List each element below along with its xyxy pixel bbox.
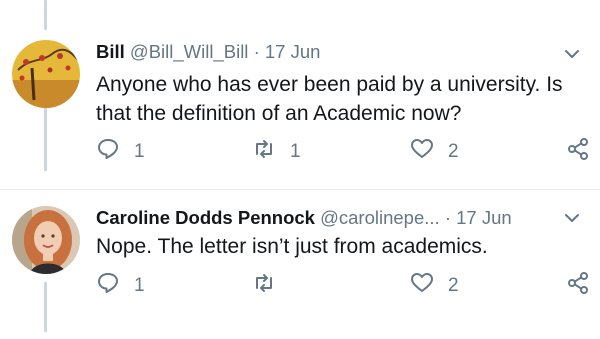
tweet-header: Caroline Dodds Pennock @carolinepe... · … (96, 206, 540, 230)
reply-icon (96, 271, 120, 301)
share-button[interactable] (566, 137, 590, 166)
avatar[interactable] (12, 40, 80, 108)
timestamp[interactable]: 17 Jun (456, 207, 512, 228)
tweet[interactable]: Bill @Bill_Will_Bill · 17 Jun Anyone who… (0, 0, 600, 190)
chevron-down-icon[interactable] (562, 44, 582, 64)
share-icon (566, 138, 590, 165)
tweet[interactable]: Caroline Dodds Pennock @carolinepe... · … (0, 190, 600, 339)
like-count: 2 (448, 275, 459, 296)
avatar[interactable] (12, 206, 80, 274)
retweet-icon (252, 137, 276, 167)
reply-count: 1 (134, 141, 145, 162)
tweet-text: Anyone who has ever been paid by a unive… (96, 73, 563, 125)
separator-dot: · (444, 207, 451, 228)
user-handle[interactable]: @Bill_Will_Bill (130, 41, 249, 62)
reply-icon (96, 137, 120, 167)
retweet-button[interactable]: 1 (252, 137, 301, 167)
display-name[interactable]: Bill (96, 41, 125, 62)
separator-dot: · (253, 41, 260, 62)
like-button[interactable]: 2 (410, 271, 459, 301)
tweet-actions: 1 2 (96, 271, 596, 301)
reply-button[interactable]: 1 (96, 271, 145, 301)
tweet-text: Nope. The letter isn’t just from academi… (96, 235, 488, 258)
timestamp[interactable]: 17 Jun (265, 41, 321, 62)
user-handle[interactable]: @carolinepe... (320, 207, 440, 228)
heart-icon (410, 271, 434, 301)
share-button[interactable] (566, 271, 590, 300)
like-button[interactable]: 2 (410, 137, 459, 167)
retweet-count: 1 (290, 141, 301, 162)
chevron-down-icon[interactable] (562, 208, 582, 228)
heart-icon (410, 137, 434, 167)
tweet-actions: 1 1 2 (96, 137, 596, 167)
share-icon (566, 272, 590, 299)
like-count: 2 (448, 141, 459, 162)
display-name[interactable]: Caroline Dodds Pennock (96, 207, 315, 228)
reply-button[interactable]: 1 (96, 137, 145, 167)
reply-count: 1 (134, 275, 145, 296)
retweet-button[interactable] (252, 271, 290, 301)
retweet-icon (252, 271, 276, 301)
tweet-header: Bill @Bill_Will_Bill · 17 Jun (96, 40, 540, 64)
